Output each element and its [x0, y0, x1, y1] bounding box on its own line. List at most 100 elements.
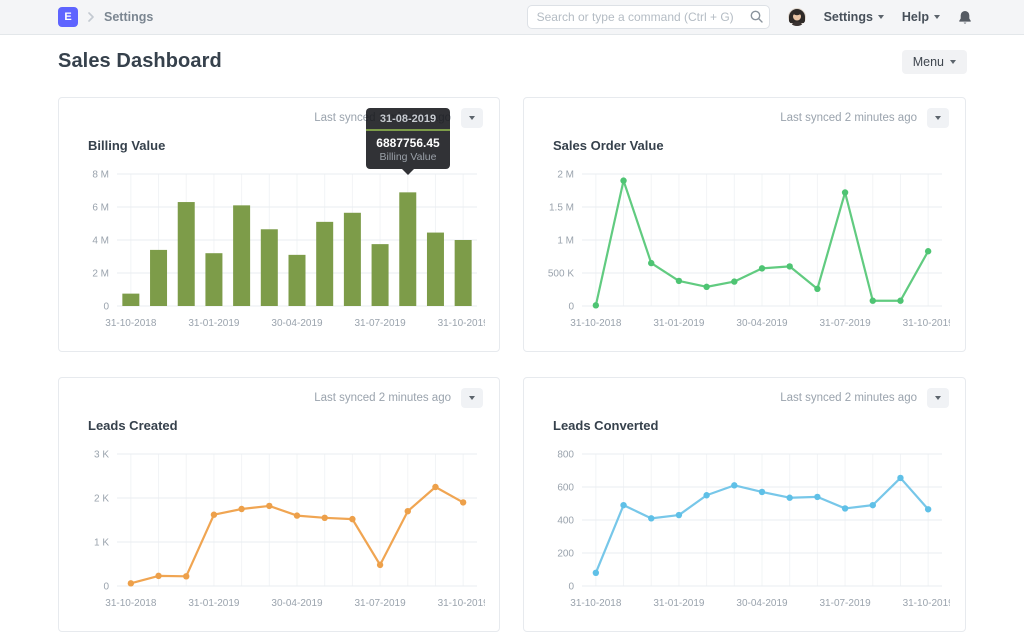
line-point[interactable]	[648, 515, 654, 521]
svg-text:0: 0	[103, 582, 109, 593]
svg-text:2 K: 2 K	[94, 494, 109, 505]
chevron-down-icon	[878, 15, 884, 19]
line-point[interactable]	[238, 506, 244, 512]
line-point[interactable]	[377, 562, 383, 568]
sales-order-value-chart[interactable]: 0500 K1 M1.5 M2 M31-10-201831-01-201930-…	[540, 166, 950, 336]
line-point[interactable]	[405, 508, 411, 514]
line-point[interactable]	[266, 503, 272, 509]
line-point[interactable]	[731, 482, 737, 488]
line-point[interactable]	[183, 573, 189, 579]
line-point[interactable]	[842, 189, 848, 195]
line-point[interactable]	[128, 580, 134, 586]
line-point[interactable]	[842, 505, 848, 511]
bar[interactable]	[233, 205, 250, 306]
settings-menu-label: Settings	[824, 10, 873, 24]
line-point[interactable]	[759, 489, 765, 495]
search-input[interactable]	[527, 5, 770, 29]
line-point[interactable]	[460, 499, 466, 505]
bar[interactable]	[399, 192, 416, 306]
svg-text:31-01-2019: 31-01-2019	[188, 318, 240, 329]
svg-text:4 M: 4 M	[92, 236, 109, 247]
line-point[interactable]	[814, 494, 820, 500]
line-point[interactable]	[432, 484, 438, 490]
line-point[interactable]	[155, 573, 161, 579]
breadcrumb[interactable]: Settings	[104, 10, 153, 24]
line-point[interactable]	[786, 263, 792, 269]
line-point[interactable]	[870, 298, 876, 304]
line-point[interactable]	[925, 506, 931, 512]
svg-text:400: 400	[557, 516, 574, 527]
line-point[interactable]	[759, 265, 765, 271]
line-point[interactable]	[786, 495, 792, 501]
line-point[interactable]	[676, 512, 682, 518]
line-point[interactable]	[925, 248, 931, 254]
chart-tooltip: 31-08-2019 6887756.45 Billing Value	[366, 108, 450, 169]
bar[interactable]	[261, 229, 278, 306]
line-point[interactable]	[731, 278, 737, 284]
app-logo[interactable]: E	[58, 7, 78, 27]
svg-text:800: 800	[557, 450, 574, 461]
notifications-bell-icon[interactable]	[958, 10, 972, 25]
line-point[interactable]	[676, 278, 682, 284]
bar[interactable]	[344, 213, 361, 306]
bar[interactable]	[122, 294, 139, 306]
line-point[interactable]	[814, 286, 820, 292]
line-point[interactable]	[593, 302, 599, 308]
chart-card-leads-converted: Last synced 2 minutes ago Leads Converte…	[523, 377, 966, 632]
help-menu-label: Help	[902, 10, 929, 24]
bar[interactable]	[178, 202, 195, 306]
menu-button-label: Menu	[913, 55, 944, 69]
line-point[interactable]	[897, 475, 903, 481]
bar[interactable]	[316, 222, 333, 306]
chart-card-billing-value: Last synced 2 minutes ago Billing Value …	[58, 97, 500, 352]
help-menu[interactable]: Help	[902, 10, 940, 24]
card-dropdown-button[interactable]	[927, 108, 949, 128]
line-point[interactable]	[620, 502, 626, 508]
svg-text:30-04-2019: 30-04-2019	[736, 598, 788, 609]
settings-menu[interactable]: Settings	[824, 10, 884, 24]
card-dropdown-button[interactable]	[461, 108, 483, 128]
bar[interactable]	[455, 240, 472, 306]
billing-value-chart[interactable]: 02 M4 M6 M8 M31-10-201831-01-201930-04-2…	[75, 166, 485, 336]
line-point[interactable]	[870, 502, 876, 508]
bar[interactable]	[289, 255, 306, 306]
svg-text:31-10-2019: 31-10-2019	[438, 598, 485, 609]
svg-text:1.5 M: 1.5 M	[549, 203, 574, 214]
line-point[interactable]	[897, 298, 903, 304]
svg-text:31-10-2019: 31-10-2019	[903, 318, 950, 329]
line-point[interactable]	[321, 515, 327, 521]
svg-text:31-10-2018: 31-10-2018	[105, 598, 157, 609]
svg-text:30-04-2019: 30-04-2019	[271, 318, 323, 329]
line-point[interactable]	[648, 260, 654, 266]
line-point[interactable]	[620, 177, 626, 183]
card-dropdown-button[interactable]	[927, 388, 949, 408]
svg-text:8 M: 8 M	[92, 170, 109, 181]
svg-text:30-04-2019: 30-04-2019	[271, 598, 323, 609]
line-point[interactable]	[703, 284, 709, 290]
line-point[interactable]	[593, 570, 599, 576]
line-point[interactable]	[703, 492, 709, 498]
svg-text:31-07-2019: 31-07-2019	[819, 598, 871, 609]
svg-text:31-01-2019: 31-01-2019	[653, 598, 705, 609]
leads-created-chart[interactable]: 01 K2 K3 K31-10-201831-01-201930-04-2019…	[75, 446, 485, 616]
avatar[interactable]	[788, 8, 806, 26]
chevron-down-icon	[950, 60, 956, 64]
bar[interactable]	[205, 253, 222, 306]
chevron-down-icon	[469, 396, 475, 400]
search-icon[interactable]	[750, 10, 763, 28]
bar[interactable]	[372, 244, 389, 306]
bar[interactable]	[427, 233, 444, 306]
chart-card-sales-order-value: Last synced 2 minutes ago Sales Order Va…	[523, 97, 966, 352]
leads-converted-chart[interactable]: 020040060080031-10-201831-01-201930-04-2…	[540, 446, 950, 616]
line-point[interactable]	[211, 512, 217, 518]
chart-title: Sales Order Value	[553, 138, 949, 154]
card-header: Last synced 2 minutes ago	[75, 388, 483, 408]
line-point[interactable]	[294, 512, 300, 518]
chevron-down-icon	[935, 116, 941, 120]
line-point[interactable]	[349, 516, 355, 522]
bar[interactable]	[150, 250, 167, 306]
card-dropdown-button[interactable]	[461, 388, 483, 408]
menu-button[interactable]: Menu	[902, 50, 967, 74]
navbar: E Settings Settings Help	[0, 0, 1024, 35]
dashboard-grid: Last synced 2 minutes ago Billing Value …	[58, 97, 966, 632]
